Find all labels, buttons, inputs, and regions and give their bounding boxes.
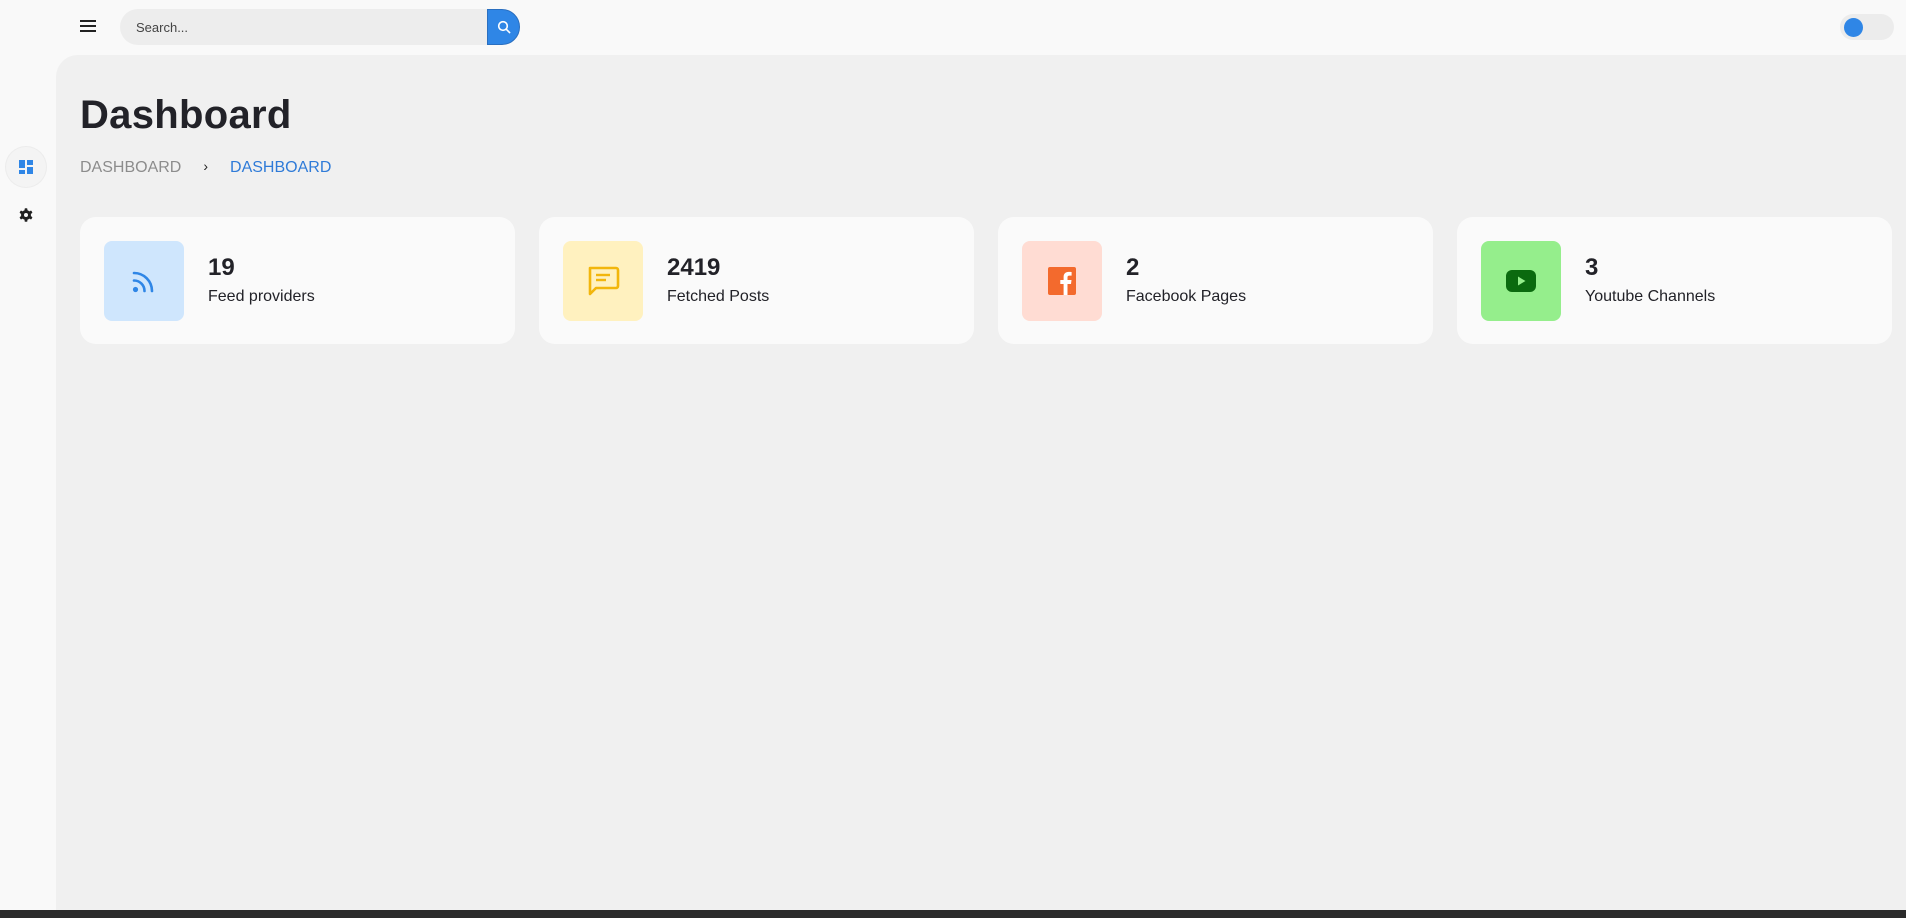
facebook-icon xyxy=(1048,267,1076,295)
breadcrumb-item-root[interactable]: DASHBOARD xyxy=(80,159,181,177)
stat-icon-box xyxy=(104,241,184,321)
hamburger-icon[interactable] xyxy=(80,17,96,35)
page-title: Dashboard xyxy=(80,93,292,137)
stat-label: Feed providers xyxy=(208,288,315,305)
stat-icon-box xyxy=(1022,241,1102,321)
search-button[interactable] xyxy=(487,9,520,45)
gear-icon xyxy=(19,208,33,222)
search-icon xyxy=(497,20,510,34)
sidebar xyxy=(0,55,56,918)
top-bar xyxy=(0,0,1906,55)
taskbar-edge xyxy=(0,910,1906,918)
toggle-knob xyxy=(1844,18,1863,37)
theme-toggle[interactable] xyxy=(1840,14,1894,40)
stat-card-feed-providers[interactable]: 19 Feed providers xyxy=(80,217,515,344)
chat-bubble-icon xyxy=(588,266,620,296)
stat-card-facebook-pages[interactable]: 2 Facebook Pages xyxy=(998,217,1433,344)
stat-label: Youtube Channels xyxy=(1585,288,1716,305)
sidebar-item-settings[interactable] xyxy=(6,195,46,235)
breadcrumb-item-current: DASHBOARD xyxy=(230,159,332,176)
stat-label: Facebook Pages xyxy=(1126,288,1247,305)
main-content: Dashboard DASHBOARD › DASHBOARD 19 Feed … xyxy=(56,55,1906,910)
stat-label: Fetched Posts xyxy=(667,288,770,305)
stat-value: 2419 xyxy=(667,254,721,281)
stat-value: 2 xyxy=(1126,254,1140,281)
stat-icon-box xyxy=(1481,241,1561,321)
rss-icon xyxy=(132,271,154,293)
youtube-icon xyxy=(1506,270,1536,292)
stat-value: 3 xyxy=(1585,254,1599,281)
dashboard-grid-icon xyxy=(19,160,33,174)
sidebar-item-dashboard[interactable] xyxy=(6,147,46,187)
breadcrumb: DASHBOARD › DASHBOARD xyxy=(80,158,332,177)
search-bar xyxy=(120,9,520,45)
stat-card-youtube-channels[interactable]: 3 Youtube Channels xyxy=(1457,217,1892,344)
chevron-right-icon: › xyxy=(203,158,209,174)
search-input[interactable] xyxy=(120,9,488,45)
stat-card-fetched-posts[interactable]: 2419 Fetched Posts xyxy=(539,217,974,344)
stat-value: 19 xyxy=(208,254,235,281)
stat-icon-box xyxy=(563,241,643,321)
